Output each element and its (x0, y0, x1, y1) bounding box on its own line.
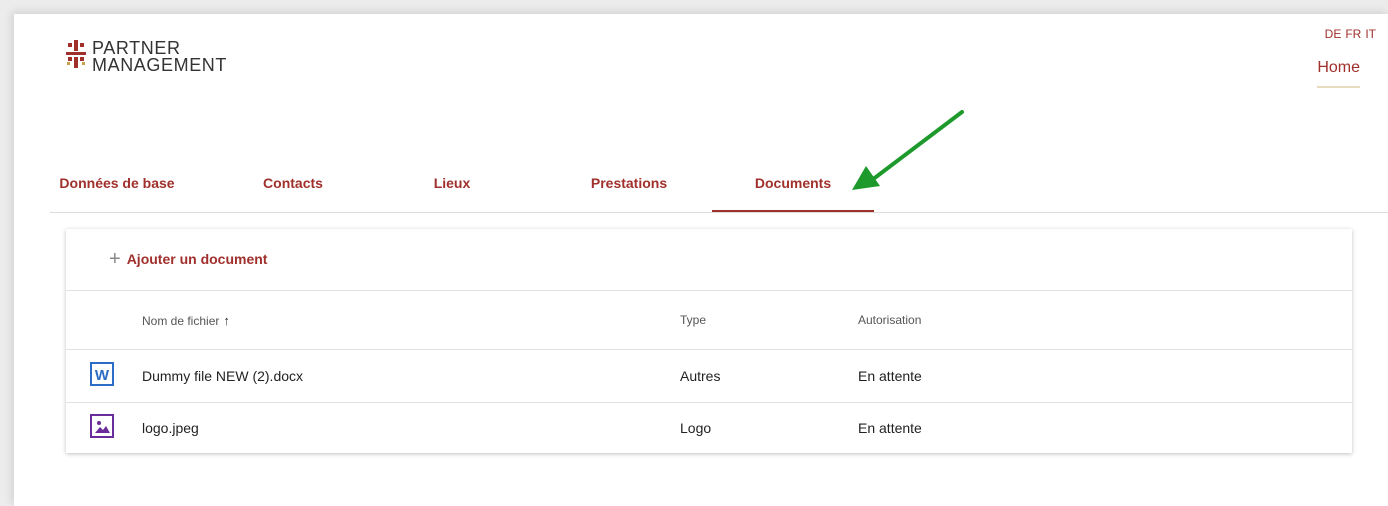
tab-lieux[interactable]: Lieux (410, 162, 494, 210)
filename-cell[interactable]: logo.jpeg (142, 420, 199, 436)
authorization-cell: En attente (858, 420, 922, 436)
language-de[interactable]: DE (1325, 27, 1342, 41)
table-header: Nom de fichier ↑ Type Autorisation (66, 291, 1352, 350)
image-file-icon (90, 414, 114, 438)
tab-donnees-de-base[interactable]: Données de base (50, 162, 184, 210)
documents-card: + Ajouter un document Nom de fichier ↑ Ty… (66, 229, 1352, 453)
swiss-cross-logo-icon (66, 40, 86, 68)
authorization-cell: En attente (858, 368, 922, 384)
column-header-authorization[interactable]: Autorisation (858, 313, 921, 327)
home-link[interactable]: Home (1317, 59, 1360, 88)
svg-text:W: W (95, 367, 110, 384)
language-switcher: DE FR IT (1325, 27, 1376, 41)
table-row[interactable]: W Dummy file NEW (2).docx Autres En atte… (66, 350, 1352, 403)
column-header-filename-label: Nom de fichier (142, 314, 220, 328)
add-document-row: + Ajouter un document (66, 229, 1352, 291)
tab-prestations[interactable]: Prestations (562, 162, 696, 210)
type-cell: Logo (680, 420, 712, 436)
green-annotation-arrow-icon (852, 110, 964, 190)
tab-contacts[interactable]: Contacts (236, 162, 350, 210)
add-document-label: Ajouter un document (126, 251, 268, 267)
page: PARTNER MANAGEMENT DE FR IT Home Données… (14, 14, 1388, 506)
column-header-filename[interactable]: Nom de fichier ↑ (142, 313, 230, 328)
language-it[interactable]: IT (1365, 27, 1376, 41)
column-header-type[interactable]: Type (680, 313, 706, 327)
partner-management-logo[interactable]: PARTNER MANAGEMENT (66, 39, 228, 75)
plus-icon: + (109, 248, 121, 270)
logo-line-2: MANAGEMENT (92, 55, 228, 75)
language-fr[interactable]: FR (1345, 27, 1361, 41)
arrow-up-icon[interactable]: ↑ (223, 313, 230, 328)
tab-bar: Données de base Contacts Lieux Prestatio… (50, 162, 1388, 213)
table-row[interactable]: logo.jpeg Logo En attente (66, 402, 1352, 454)
type-cell: Autres (680, 368, 721, 384)
filename-cell[interactable]: Dummy file NEW (2).docx (142, 368, 303, 384)
word-document-icon: W (90, 362, 114, 386)
add-document-button[interactable]: + Ajouter un document (109, 249, 267, 269)
